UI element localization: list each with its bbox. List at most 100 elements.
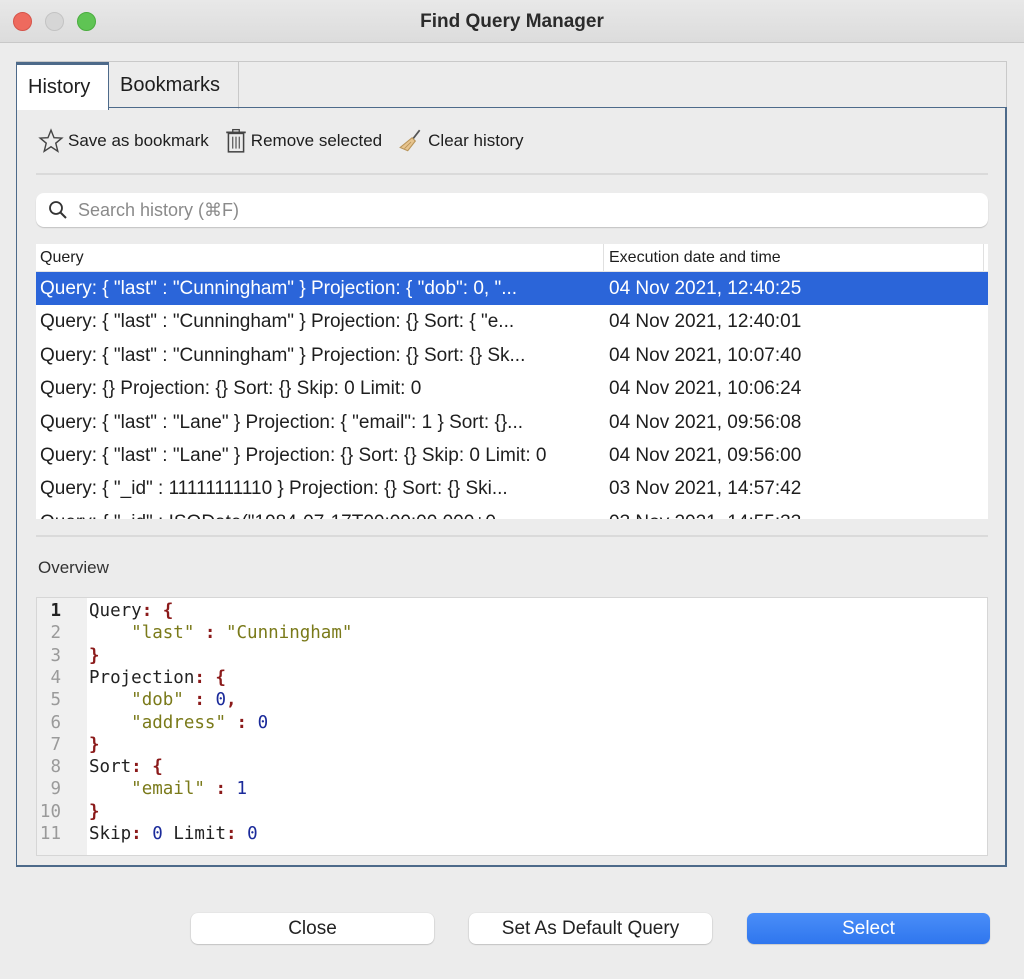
line-number: 1 (50, 601, 61, 621)
code-token: : (183, 690, 216, 711)
code-text: Query: { (89, 600, 173, 622)
code-token: Query (89, 601, 142, 621)
code-token: "email" (131, 779, 205, 800)
code-text: "last" : "Cunningham" (89, 622, 352, 644)
execution-date-cell: 04 Nov 2021, 12:40:01 (609, 311, 802, 333)
code-token: } (89, 801, 100, 822)
line-number: 6 (50, 712, 61, 733)
query-cell: Query: { "last" : "Lane" } Projection: {… (40, 411, 523, 433)
table-row[interactable]: Query: { "_id" : 11111111110 } Projectio… (36, 472, 988, 505)
column-header-query[interactable]: Query (36, 244, 604, 271)
toolbar-divider (36, 173, 988, 175)
close-button[interactable]: Close (191, 913, 434, 944)
tab-bar: History Bookmarks (16, 61, 1007, 110)
line-number: 11 (39, 824, 61, 844)
table-body: Query: { "last" : "Cunningham" } Project… (36, 272, 988, 519)
line-number: 9 (50, 779, 61, 800)
table-row[interactable]: Query: { "last" : "Cunningham" } Project… (36, 339, 988, 372)
execution-date-cell: 03 Nov 2021, 14:55:33 (604, 506, 801, 519)
code-token: 0 (247, 824, 258, 844)
overview-divider (36, 535, 988, 537)
table-row[interactable]: Query: {} Projection: {} Sort: {} Skip: … (36, 372, 988, 405)
clear-history-button[interactable]: Clear history (398, 128, 524, 154)
code-line: 1 Query: { (37, 600, 173, 622)
execution-date-cell: 04 Nov 2021, 09:56:08 (609, 411, 802, 433)
code-line: 9 "email" : 1 (37, 778, 247, 800)
code-token: 0 (215, 690, 226, 711)
window-title: Find Query Manager (420, 11, 604, 32)
line-number: 2 (50, 623, 61, 644)
code-line: 7} (37, 734, 99, 756)
query-cell: Query: { "last" : "Cunningham" } Project… (40, 344, 526, 366)
code-text: Projection: { (89, 667, 226, 689)
code-line: 6 "address" : 0 (37, 712, 268, 734)
line-number: 3 (50, 645, 61, 666)
code-token: Sort (89, 757, 132, 778)
code-token: : { (141, 601, 174, 621)
save-as-bookmark-button[interactable]: Save as bookmark (38, 128, 209, 154)
code-text: Skip: 0 Limit: 0 (89, 823, 258, 845)
table-row[interactable]: Query: { "last" : "Lane" } Projection: {… (36, 439, 988, 472)
code-text: "email" : 1 (89, 778, 247, 800)
code-token: : (194, 623, 226, 644)
search-history-input[interactable] (78, 199, 958, 221)
line-number: 5 (50, 690, 61, 711)
star-icon (38, 128, 64, 153)
select-button[interactable]: Select (747, 913, 990, 944)
table-row[interactable]: Query: { "_id" : ISODate("1984-07-17T00:… (36, 506, 988, 519)
code-line: 3} (37, 645, 99, 667)
execution-date-cell: 04 Nov 2021, 10:07:40 (609, 344, 802, 366)
line-number: 10 (39, 801, 61, 822)
code-token: "dob" (131, 690, 184, 711)
code-text: Sort: { (89, 756, 163, 778)
code-text: "address" : 0 (89, 712, 268, 734)
code-line: 2 "last" : "Cunningham" (37, 622, 352, 644)
execution-date-cell: 04 Nov 2021, 09:56:00 (609, 444, 802, 466)
set-as-default-query-button[interactable]: Set As Default Query (469, 913, 712, 944)
tab-bookmarks[interactable]: Bookmarks (109, 62, 239, 109)
query-cell: Query: { "last" : "Cunningham" } Project… (40, 278, 518, 299)
code-token: "last" (131, 623, 195, 644)
code-token: : (225, 712, 258, 733)
code-token: : (131, 824, 153, 844)
table-row[interactable]: Query: { "last" : "Lane" } Projection: {… (36, 406, 988, 439)
remove-selected-button[interactable]: Remove selected (225, 128, 382, 154)
code-text: } (89, 801, 100, 823)
code-token: 1 (236, 779, 248, 800)
code-token: 0 (152, 824, 163, 844)
code-token: : (226, 824, 248, 844)
query-cell: Query: { "last" : "Cunningham" } Project… (40, 311, 515, 333)
table-header: Query Execution date and time (36, 244, 988, 272)
code-token: , (226, 690, 237, 711)
code-token: : { (194, 667, 226, 688)
code-token: : { (131, 757, 163, 778)
query-cell: Query: { "last" : "Lane" } Projection: {… (40, 444, 547, 466)
code-token: "address" (131, 712, 226, 733)
code-token: 0 (257, 712, 269, 733)
code-text: "dob" : 0, (89, 689, 237, 711)
overview-code-editor[interactable]: 1 Query: {2 "last" : "Cunningham" 3} 4 Proje… (36, 597, 988, 856)
history-table: Query Execution date and time Query: { "… (36, 244, 988, 519)
code-line: 10} (37, 801, 100, 823)
table-row[interactable]: Query: { "last" : "Cunningham" } Project… (36, 272, 988, 306)
search-icon (49, 201, 67, 219)
code-line: 8 Sort: { (37, 756, 162, 778)
title-bar: Find Query Manager (0, 0, 1024, 43)
execution-date-cell: 04 Nov 2021, 10:06:24 (609, 378, 802, 400)
line-number: 7 (50, 734, 61, 755)
code-text: } (89, 645, 100, 667)
execution-date-cell: 04 Nov 2021, 12:40:25 (609, 278, 802, 299)
execution-date-cell: 03 Nov 2021, 14:57:42 (609, 478, 802, 500)
code-line: 5 "dob" : 0, (37, 689, 236, 711)
search-history-field[interactable] (36, 193, 988, 227)
query-cell: Query: { "_id" : ISODate("1984-07-17T00:… (36, 506, 604, 519)
code-line: 11 Skip: 0 Limit: 0 (37, 823, 258, 845)
tab-history[interactable]: History (16, 62, 109, 110)
table-row[interactable]: Query: { "last" : "Cunningham" } Project… (36, 305, 988, 338)
code-text: } (89, 734, 100, 756)
column-header-execution-date[interactable]: Execution date and time (604, 244, 984, 271)
